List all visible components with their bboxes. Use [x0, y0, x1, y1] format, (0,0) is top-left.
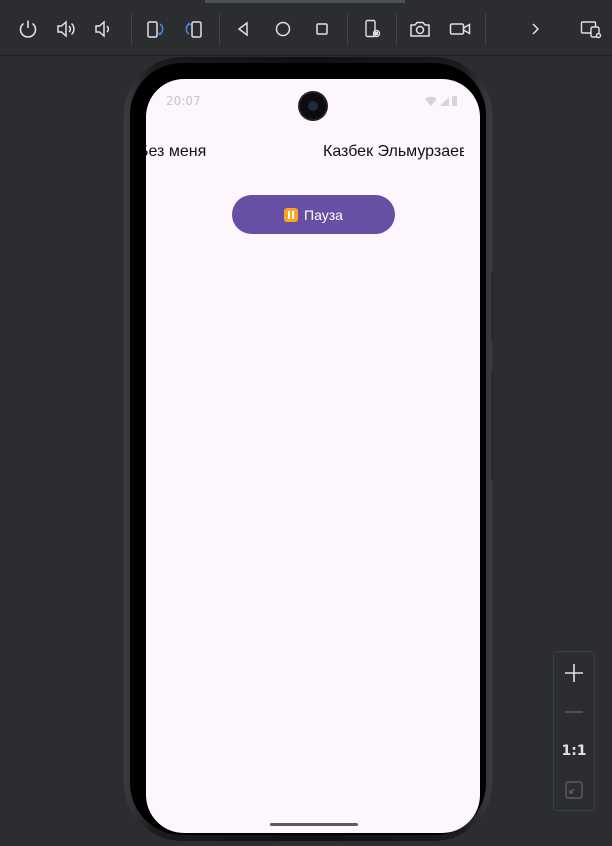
song-title: Без меня — [146, 143, 207, 160]
phone-side-button — [491, 370, 495, 480]
volume-up-icon — [57, 20, 75, 38]
device-screen[interactable]: 20:07 Без меня Казбек Эльмурзаев Пауза — [146, 79, 480, 833]
status-icons — [425, 96, 457, 106]
toolbar-separator — [396, 14, 397, 44]
zoom-panel: 1:1 — [553, 651, 595, 811]
minus-icon — [565, 711, 583, 713]
toolbar-separator — [485, 14, 486, 44]
gesture-nav-bar[interactable] — [270, 823, 358, 826]
screen-record-icon — [449, 23, 471, 35]
device-settings-button[interactable] — [357, 14, 387, 44]
overview-button[interactable] — [307, 14, 337, 44]
more-actions-button[interactable] — [520, 14, 550, 44]
pause-icon — [284, 207, 299, 222]
rotate-right-button[interactable] — [179, 14, 209, 44]
now-playing-marquee: Без меня Казбек Эльмурзаев — [146, 141, 464, 165]
rotate-right-icon — [185, 21, 202, 38]
zoom-out-button[interactable] — [554, 694, 594, 730]
zoom-actual-size-button[interactable]: 1:1 — [554, 733, 594, 769]
back-icon — [237, 21, 248, 37]
pause-button-label: Пауза — [304, 206, 343, 223]
device-mirror-icon — [580, 21, 602, 39]
toolbar-separator — [219, 14, 220, 44]
overview-icon — [316, 23, 328, 35]
rotate-left-icon — [147, 21, 164, 38]
phone-device-frame: 20:07 Без меня Казбек Эльмурзаев Пауза — [124, 57, 495, 841]
screen-record-button[interactable] — [445, 14, 475, 44]
home-button[interactable] — [268, 14, 298, 44]
zoom-fit-button[interactable] — [554, 772, 594, 808]
volume-down-icon — [95, 20, 110, 38]
toolbar-accent — [205, 0, 405, 3]
fit-screen-icon — [565, 781, 583, 799]
home-icon — [275, 21, 291, 37]
status-time: 20:07 — [166, 94, 201, 108]
song-artist: Казбек Эльмурзаев — [323, 143, 464, 160]
device-settings-icon — [365, 19, 381, 38]
chevron-right-icon — [532, 23, 540, 35]
front-camera — [300, 93, 326, 119]
toolbar-separator — [347, 14, 348, 44]
screenshot-button[interactable] — [405, 14, 435, 44]
phone-side-button — [491, 272, 495, 340]
power-icon — [19, 20, 37, 38]
toolbar-separator — [131, 14, 132, 44]
plus-icon — [565, 664, 583, 682]
zoom-level-label: 1:1 — [561, 743, 587, 759]
volume-down-button[interactable] — [88, 14, 118, 44]
back-button[interactable] — [228, 14, 258, 44]
phone-bezel: 20:07 Без меня Казбек Эльмурзаев Пауза — [130, 63, 486, 835]
volume-up-button[interactable] — [51, 14, 81, 44]
device-mirror-button[interactable] — [576, 14, 606, 44]
power-button[interactable] — [13, 14, 43, 44]
screenshot-camera-icon — [410, 21, 430, 37]
zoom-in-button[interactable] — [554, 655, 594, 691]
pause-button[interactable]: Пауза — [232, 195, 395, 234]
rotate-left-button[interactable] — [140, 14, 170, 44]
emulator-toolbar — [0, 0, 612, 56]
